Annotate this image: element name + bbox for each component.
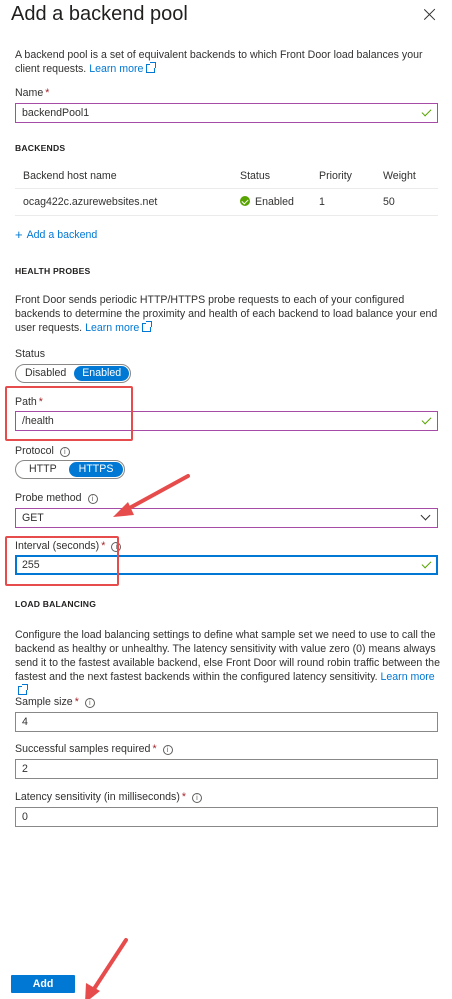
arrow-to-probe-method xyxy=(113,474,190,517)
annotation-arrows xyxy=(85,474,190,999)
arrow-to-add-button xyxy=(85,938,128,999)
